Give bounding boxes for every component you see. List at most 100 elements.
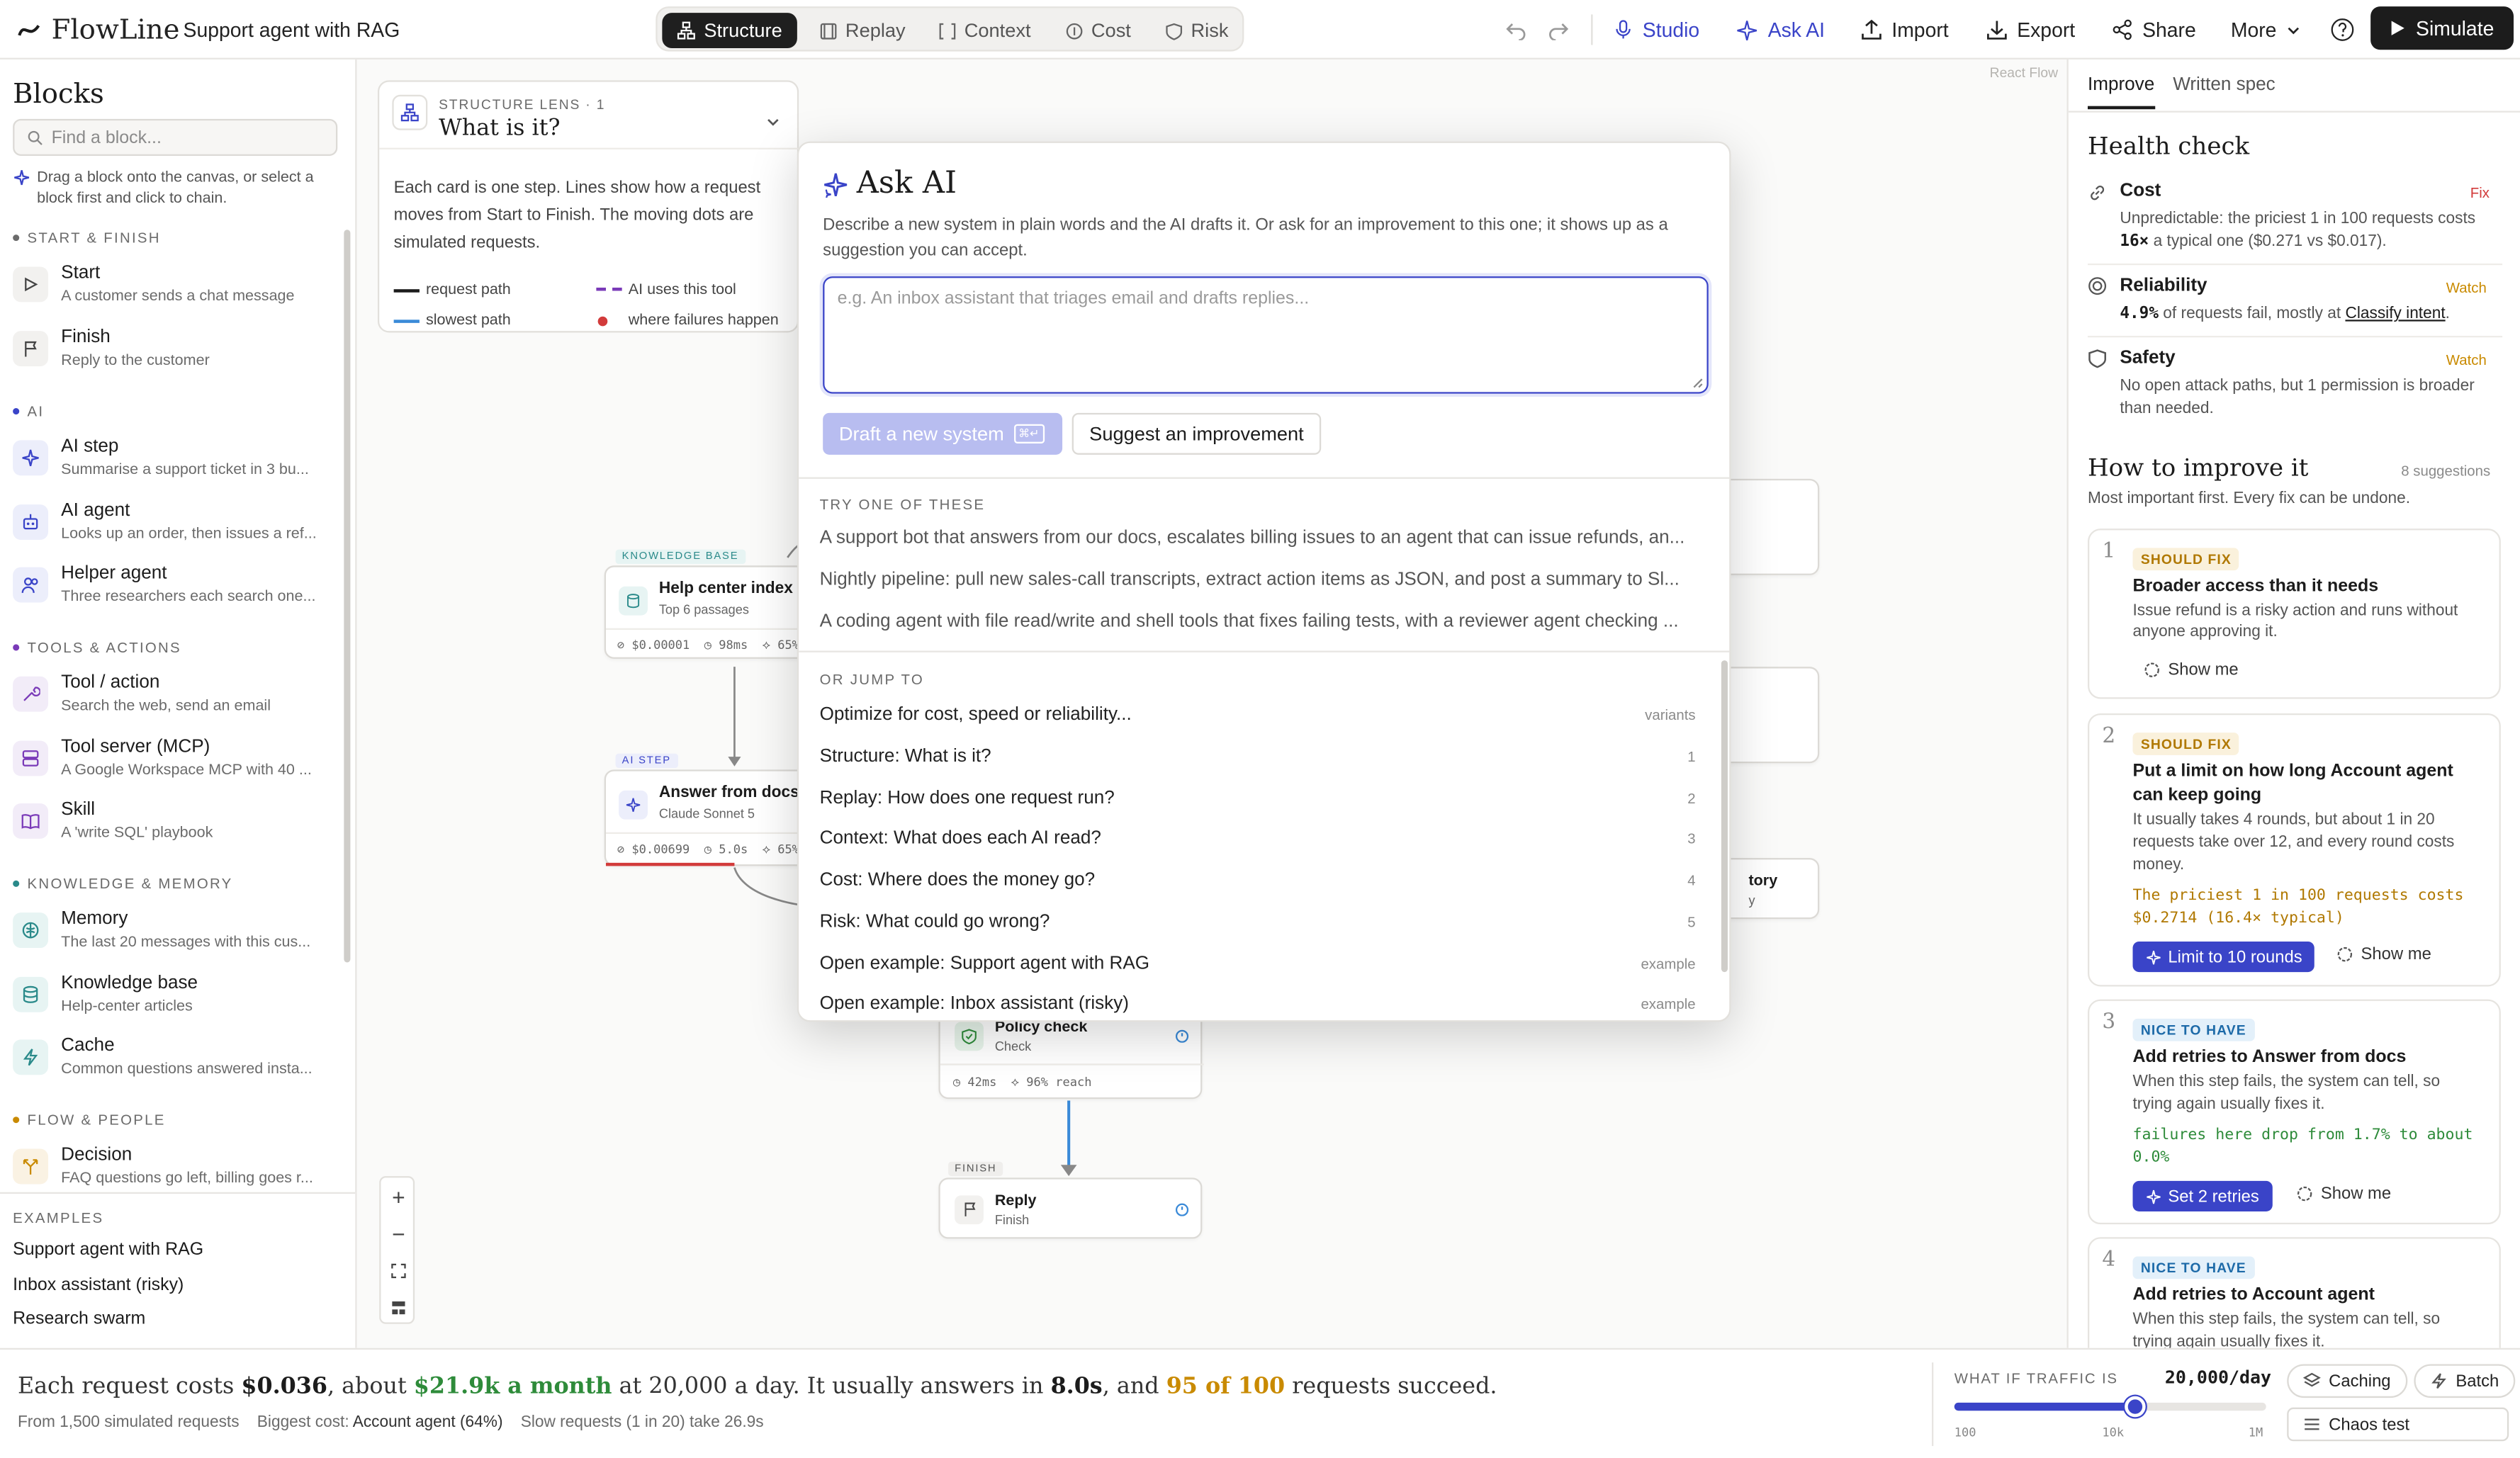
- film-icon: [820, 22, 837, 39]
- status-badge: Fix: [2470, 184, 2490, 201]
- block-memory[interactable]: Memory The last 20 messages with this cus…: [13, 910, 334, 964]
- card-impact: $0.2714 (16.4× typical): [2132, 909, 2344, 927]
- studio-label: Studio: [1642, 18, 1700, 41]
- zoom-out-button[interactable]: −: [381, 1215, 416, 1252]
- block-tool-action[interactable]: Tool / action Search the web, send an ema…: [13, 673, 334, 728]
- try-example[interactable]: Nightly pipeline: pull new sales-call tr…: [820, 570, 1707, 589]
- more-button[interactable]: More: [2231, 0, 2302, 60]
- traffic-slider-thumb[interactable]: [2124, 1396, 2145, 1418]
- caching-toggle[interactable]: Caching: [2287, 1364, 2407, 1398]
- traffic-slider[interactable]: [1954, 1396, 2266, 1418]
- block-tool-server[interactable]: Tool server (MCP) A Google Workspace MCP …: [13, 738, 334, 792]
- set-retries-button[interactable]: Set 2 retries: [2132, 1180, 2272, 1211]
- project-title[interactable]: Support agent with RAG: [184, 0, 400, 60]
- classify-intent-link[interactable]: Classify intent: [2345, 305, 2445, 323]
- block-title: Helper agent: [61, 564, 167, 584]
- card-desc: When this step fails, the system can tel…: [2132, 1073, 2441, 1091]
- tab-cost[interactable]: Cost: [1051, 13, 1145, 48]
- target-icon: [2337, 946, 2353, 962]
- batch-toggle[interactable]: Batch: [2414, 1364, 2515, 1398]
- import-button[interactable]: Import: [1861, 0, 1949, 60]
- block-helper-agent[interactable]: Helper agent Three researchers each searc…: [13, 564, 334, 618]
- layout-button[interactable]: [381, 1289, 416, 1326]
- sidebar-scrollbar[interactable]: [344, 230, 351, 963]
- block-desc: A customer sends a chat message: [61, 287, 295, 305]
- suggestion-card[interactable]: 4 NICE TO HAVE Add retries to Account ag…: [2088, 1237, 2501, 1348]
- node-answer-from-docs[interactable]: Answer from docs Claude Sonnet 5 ⊘ $0.00…: [604, 769, 823, 866]
- show-me-button[interactable]: Show me: [2297, 1184, 2391, 1204]
- prompt-textarea[interactable]: e.g. An inbox assistant that triages ema…: [823, 276, 1709, 394]
- block-desc: Help-center articles: [61, 998, 193, 1016]
- resize-handle-icon[interactable]: [1692, 378, 1704, 389]
- show-me-button[interactable]: Show me: [2144, 660, 2239, 679]
- suggest-improvement-button[interactable]: Suggest an improvement: [1071, 412, 1322, 455]
- card-desc: When this step fails, the system can tel…: [2132, 1311, 2441, 1329]
- tab-improve[interactable]: Improve: [2088, 76, 2154, 95]
- jump-option[interactable]: Optimize for cost, speed or reliability.…: [820, 699, 1696, 731]
- tab-replay[interactable]: Replay: [805, 13, 920, 48]
- jump-option[interactable]: Cost: Where does the money go? 4: [820, 864, 1696, 896]
- node-reply[interactable]: Reply Finish: [938, 1177, 1203, 1239]
- jump-option[interactable]: Risk: What could go wrong? 5: [820, 906, 1696, 938]
- examples-panel: EXAMPLES Support agent with RAG Inbox as…: [0, 1192, 356, 1348]
- block-start[interactable]: Start A customer sends a chat message: [13, 264, 334, 318]
- tab-context[interactable]: Context: [924, 13, 1045, 48]
- tab-risk[interactable]: Risk: [1151, 13, 1243, 48]
- try-example[interactable]: A support bot that answers from our docs…: [820, 529, 1707, 548]
- play-outline-icon: [13, 266, 49, 303]
- block-skill[interactable]: Skill A 'write SQL' playbook: [13, 800, 334, 854]
- block-ai-agent[interactable]: AI agent Looks up an order, then issues a…: [13, 502, 334, 556]
- search-placeholder: Find a block...: [51, 128, 162, 148]
- block-search-input[interactable]: Find a block...: [13, 118, 338, 156]
- studio-button[interactable]: Studio: [1614, 0, 1699, 60]
- show-me-button[interactable]: Show me: [2337, 945, 2431, 964]
- example-link[interactable]: Inbox assistant (risky): [13, 1276, 184, 1295]
- block-ai-step[interactable]: AI step Summarise a support ticket in 3 b…: [13, 437, 334, 492]
- suggestion-card[interactable]: 1 SHOULD FIX Broader access than it need…: [2088, 529, 2501, 699]
- suggestion-card[interactable]: 3 NICE TO HAVE Add retries to Answer fro…: [2088, 999, 2501, 1225]
- limit-rounds-button[interactable]: Limit to 10 rounds: [2132, 941, 2315, 973]
- example-link[interactable]: Support agent with RAG: [13, 1241, 203, 1260]
- simulate-button[interactable]: Simulate: [2370, 6, 2514, 50]
- help-button[interactable]: [2330, 0, 2354, 60]
- tab-structure[interactable]: Structure: [662, 13, 797, 49]
- jump-option[interactable]: Context: What does each AI read? 3: [820, 823, 1696, 854]
- jump-option[interactable]: Replay: How does one request run? 2: [820, 782, 1696, 814]
- draft-system-button[interactable]: Draft a new system ⌘↵: [823, 412, 1063, 455]
- tab-written-spec[interactable]: Written spec: [2173, 76, 2275, 95]
- card-number: 4: [2102, 1248, 2116, 1273]
- redo-button[interactable]: [1548, 0, 1569, 60]
- block-cache[interactable]: Cache Common questions answered insta...: [13, 1036, 334, 1091]
- jump-option[interactable]: Open example: Support agent with RAG exam…: [820, 948, 1696, 980]
- undo-button[interactable]: [1506, 0, 1526, 60]
- dialog-scrollbar[interactable]: [1721, 660, 1728, 973]
- card-impact: The priciest 1 in 100 requests costs: [2132, 886, 2464, 905]
- app-logo[interactable]: FlowLine: [16, 0, 179, 60]
- health-title-cost: Cost: [2120, 181, 2161, 201]
- card-desc: anyone approving it.: [2132, 623, 2278, 641]
- export-label: Export: [2017, 18, 2076, 41]
- node-help-center-index[interactable]: Help center index Top 6 passages ⊘ $0.00…: [604, 565, 823, 659]
- lens-tabs: Structure Replay Context Cost Risk: [656, 6, 1244, 52]
- tab-label: Replay: [845, 19, 906, 42]
- jump-option[interactable]: Open example: Inbox assistant (risky) exa…: [820, 988, 1696, 1020]
- share-button[interactable]: Share: [2112, 0, 2196, 60]
- block-finish[interactable]: Finish Reply to the customer: [13, 328, 334, 383]
- target-icon: [2088, 277, 2107, 295]
- card-impact: failures here drop from 1.7% to about: [2132, 1126, 2473, 1144]
- suggestion-card[interactable]: 2 SHOULD FIX Put a limit on how long Acc…: [2088, 713, 2501, 987]
- ask-ai-button[interactable]: Ask AI: [1736, 0, 1825, 60]
- block-knowledge-base[interactable]: Knowledge base Help-center articles: [13, 973, 334, 1028]
- divider: [1591, 14, 1593, 45]
- card-desc: trying again usually fixes it.: [2132, 1333, 2325, 1348]
- health-desc: No open attack paths, but 1 permission i…: [2120, 377, 2475, 395]
- try-example[interactable]: A coding agent with file read/write and …: [820, 612, 1707, 631]
- example-link[interactable]: Research swarm: [13, 1309, 145, 1328]
- chaos-test-button[interactable]: Chaos test: [2287, 1407, 2509, 1442]
- traffic-slider-fill: [1954, 1402, 2134, 1411]
- zoom-in-button[interactable]: +: [381, 1177, 416, 1214]
- shield-icon: [1166, 22, 1183, 40]
- fit-view-button[interactable]: [381, 1252, 416, 1289]
- jump-option[interactable]: Structure: What is it? 1: [820, 741, 1696, 773]
- export-button[interactable]: Export: [1986, 0, 2075, 60]
